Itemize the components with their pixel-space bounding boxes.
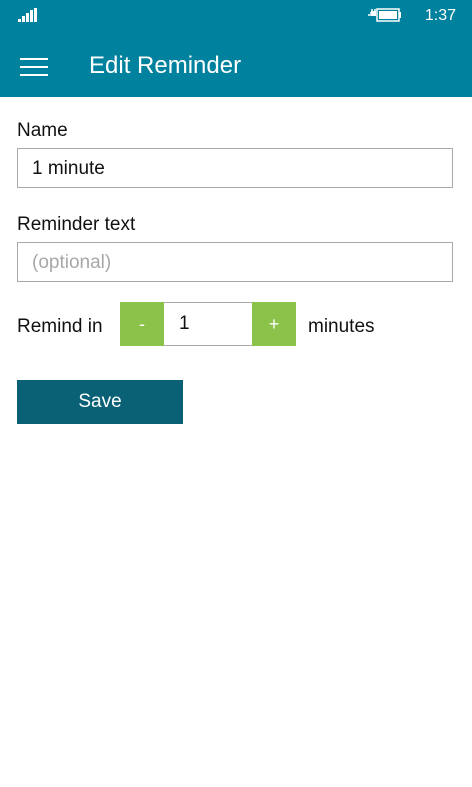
status-bar: 1:37 (0, 0, 472, 32)
page-title: Edit Reminder (89, 52, 242, 79)
battery-charging-icon (368, 8, 401, 22)
app-bar: Edit Reminder (0, 32, 472, 97)
remind-in-label: Remind in (17, 316, 103, 337)
hamburger-menu-icon[interactable] (12, 46, 52, 86)
reminder-text-field[interactable]: (optional) (17, 242, 453, 282)
status-time: 1:37 (424, 7, 456, 24)
edit-reminder-screen: 1:37 Edit Reminder Name 1 minute Reminde… (0, 0, 472, 787)
save-button[interactable]: Save (17, 380, 183, 424)
decrement-button[interactable]: - (120, 302, 164, 346)
remind-in-value-field[interactable]: 1 (164, 302, 252, 346)
increment-button[interactable]: + (252, 302, 296, 346)
reminder-text-label: Reminder text (17, 214, 136, 235)
name-label: Name (17, 120, 68, 141)
signal-strength-icon (18, 8, 37, 22)
name-field[interactable]: 1 minute (17, 148, 453, 188)
unit-label: minutes (308, 316, 375, 337)
